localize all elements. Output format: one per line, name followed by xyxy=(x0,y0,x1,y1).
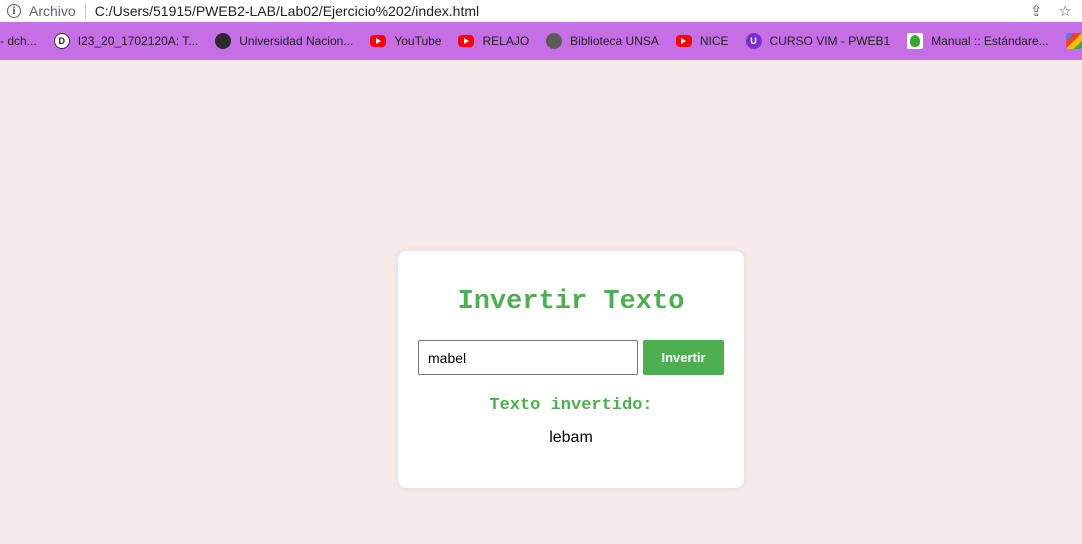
address-separator xyxy=(84,3,86,19)
bookmark-item[interactable]: Manual :: Estándare... xyxy=(907,33,1049,49)
info-icon[interactable]: i xyxy=(7,4,21,18)
text-input[interactable] xyxy=(418,340,638,375)
bookmark-item[interactable]: U CURSO VIM - PWEB1 xyxy=(745,33,891,49)
result-heading: Texto invertido: xyxy=(489,396,653,415)
page-title: Invertir Texto xyxy=(457,287,685,317)
bookmark-item[interactable]: NICE xyxy=(675,34,729,48)
bookmark-item[interactable] xyxy=(1065,33,1082,49)
bookmark-item[interactable]: Universidad Nacion... xyxy=(215,33,353,49)
address-bar-actions: ⇪ ☆ xyxy=(1030,2,1072,20)
bookmark-item[interactable]: D I23_20_1702120A: T... xyxy=(53,33,199,49)
star-icon[interactable]: ☆ xyxy=(1059,2,1072,20)
bookmark-item[interactable]: - dch... xyxy=(0,34,37,48)
invert-text-card: Invertir Texto Invertir Texto invertido:… xyxy=(398,251,744,488)
bookmark-d-icon: D xyxy=(53,33,70,49)
purple-circle-icon: U xyxy=(745,33,762,49)
youtube-icon xyxy=(675,35,692,47)
bookmark-item[interactable]: Biblioteca UNSA xyxy=(546,33,659,49)
bookmark-label: CURSO VIM - PWEB1 xyxy=(769,34,891,48)
youtube-icon xyxy=(458,35,475,47)
bookmark-item[interactable]: YouTube xyxy=(370,34,441,48)
youtube-icon xyxy=(370,35,387,47)
result-text: lebam xyxy=(549,429,593,446)
green-leaf-icon xyxy=(907,33,924,49)
share-icon[interactable]: ⇪ xyxy=(1030,2,1043,20)
bookmark-label: Manual :: Estándare... xyxy=(931,34,1049,48)
multicolor-icon xyxy=(1065,33,1082,49)
bookmark-label: RELAJO xyxy=(482,34,530,48)
site-scheme-label: Archivo xyxy=(29,3,76,19)
bookmark-label: I23_20_1702120A: T... xyxy=(77,34,199,48)
bookmark-item[interactable]: RELAJO xyxy=(458,34,529,48)
bookmark-label: NICE xyxy=(699,34,729,48)
bookmarks-bar: - dch... D I23_20_1702120A: T... Univers… xyxy=(0,22,1082,60)
bookmark-label: Universidad Nacion... xyxy=(239,34,354,48)
invert-button[interactable]: Invertir xyxy=(643,340,724,375)
bookmark-label: - dch... xyxy=(0,34,37,48)
url-text[interactable]: C:/Users/51915/PWEB2-LAB/Lab02/Ejercicio… xyxy=(95,3,479,19)
university-seal-icon xyxy=(215,33,232,49)
bookmark-label: Biblioteca UNSA xyxy=(570,34,659,48)
globe-icon xyxy=(546,33,563,49)
bookmark-label: YouTube xyxy=(394,34,442,48)
address-bar[interactable]: i Archivo C:/Users/51915/PWEB2-LAB/Lab02… xyxy=(0,0,1082,22)
